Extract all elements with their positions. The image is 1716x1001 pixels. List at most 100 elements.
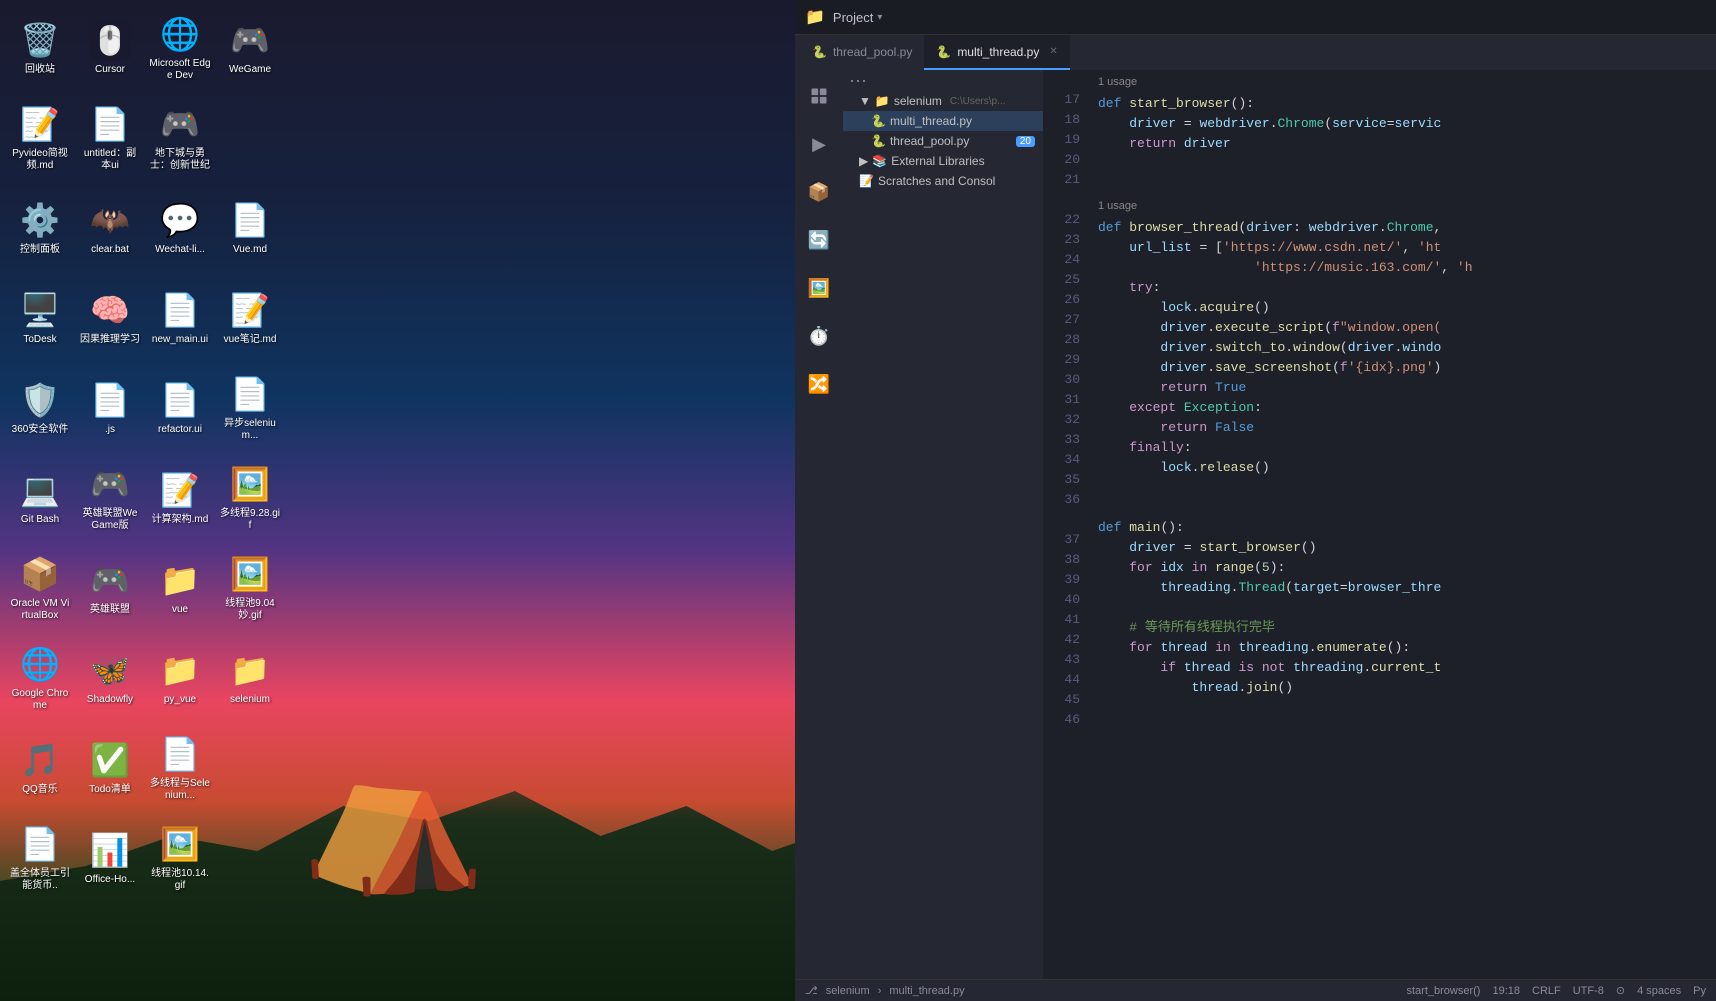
- status-separator: ›: [878, 985, 882, 997]
- usage-hint-2: 1 usage: [1098, 194, 1696, 218]
- desktop-icon-recycle-bin[interactable]: 🗑️ 回收站: [5, 5, 75, 90]
- tab-thread-pool[interactable]: 🐍 thread_pool.py: [800, 35, 924, 70]
- selenium-folder-icon: 📁: [229, 649, 271, 691]
- desktop-icon-quanzhan[interactable]: 📄 盖全体员工引能货币..: [5, 815, 75, 900]
- code-line-45: thread.join(): [1098, 678, 1696, 698]
- ln-38: 38: [1043, 550, 1080, 570]
- ln-23: 23: [1043, 230, 1080, 250]
- desktop-icon-todo[interactable]: ✅ Todo清单: [75, 725, 145, 810]
- dizhi-icon: 🎮: [159, 103, 201, 145]
- desktop-icon-mindmap[interactable]: 🧠 因果推理学习: [75, 275, 145, 360]
- tree-item-multithread[interactable]: 🐍 multi_thread.py: [843, 111, 1043, 131]
- refactor-icon: 📄: [159, 379, 201, 421]
- desktop-icon-js[interactable]: 📄 .js: [75, 365, 145, 450]
- activity-explorer[interactable]: [801, 78, 837, 114]
- desktop-icon-xianchengchi2[interactable]: 🖼️ 线程池10.14.gif: [145, 815, 215, 900]
- code-editor[interactable]: 17 18 19 20 21 22 23 24 25 26 27 28 29: [1043, 70, 1716, 979]
- virtualbox-icon: 📦: [19, 553, 61, 595]
- multi-thread-tab-label: multi_thread.py: [957, 45, 1039, 59]
- desktop-icon-xianchengchi-gif[interactable]: 🖼️ 线程池9.04妙.gif: [215, 545, 285, 630]
- dizhi-label: 地下城与勇士：创新世纪: [149, 148, 211, 172]
- code-lines: 1 usage def start_browser(): driver = we…: [1088, 70, 1716, 730]
- code-line-31: except Exception:: [1098, 398, 1696, 418]
- shadowfly-label: Shadowfly: [87, 694, 133, 706]
- newmain-icon: 📄: [159, 289, 201, 331]
- desktop-icon-selenium-async[interactable]: 📄 异步selenium...: [215, 365, 285, 450]
- thread-pool-tab-icon: 🐍: [812, 45, 827, 59]
- code-line-24: 'https://music.163.com/', 'h: [1098, 258, 1696, 278]
- desktop-icon-vuenotes[interactable]: 📝 vue笔记.md: [215, 275, 285, 360]
- activity-terminal[interactable]: 🖼️: [801, 270, 837, 306]
- desktop-icon-officehome[interactable]: 📊 Office-Ho...: [75, 815, 145, 900]
- ln-17: 17: [1043, 90, 1080, 110]
- desktop-icon-lol-wegame[interactable]: 🎮 英雄联盟WeGame版: [75, 455, 145, 540]
- desktop-icon-qqmusic[interactable]: 🎵 QQ音乐: [5, 725, 75, 810]
- desktop-icon-edge-dev[interactable]: 🌐 Microsoft Edge Dev: [145, 5, 215, 90]
- tree-item-external[interactable]: ▶ 📚 External Libraries: [843, 151, 1043, 171]
- file-tree: ··· ▼ 📁 selenium C:\Users\p... 🐍 multi_t…: [843, 70, 1043, 979]
- xianchengchi-gif-icon: 🖼️: [229, 553, 271, 595]
- desktop-icon-gitbash[interactable]: 💻 Git Bash: [5, 455, 75, 540]
- qqmusic-label: QQ音乐: [22, 784, 58, 796]
- folder-icon: 📁: [805, 7, 825, 27]
- desktop-icon-untitled[interactable]: 📄 untitled：副本ui: [75, 95, 145, 180]
- desktop-icon-clearbat[interactable]: 🦇 clear.bat: [75, 185, 145, 270]
- chrome-label: Google Chrome: [9, 688, 71, 712]
- status-left: ⎇ selenium › multi_thread.py: [805, 984, 965, 997]
- desktop-icon-newmain[interactable]: 📄 new_main.ui: [145, 275, 215, 360]
- tab-multi-thread[interactable]: 🐍 multi_thread.py ✕: [924, 35, 1069, 70]
- scratches-icon: 📝: [859, 174, 874, 188]
- desktop-icon-wechat[interactable]: 💬 Wechat-li...: [145, 185, 215, 270]
- desktop-icon-360[interactable]: 🛡️ 360安全软件: [5, 365, 75, 450]
- activity-run[interactable]: ▶: [801, 126, 837, 162]
- desktop-icon-dizhi[interactable]: 🎮 地下城与勇士：创新世纪: [145, 95, 215, 180]
- todesk-label: ToDesk: [23, 334, 56, 346]
- external-label: External Libraries: [891, 154, 984, 168]
- desktop-icon-wegame[interactable]: 🎮 WeGame: [215, 5, 285, 90]
- activity-git[interactable]: 🔄: [801, 222, 837, 258]
- desktop-icon-chrome[interactable]: 🌐 Google Chrome: [5, 635, 75, 720]
- desktop-icon-shadowfly[interactable]: 🦋 Shadowfly: [75, 635, 145, 720]
- code-line-19: return driver: [1098, 134, 1696, 154]
- activity-packages[interactable]: 📦: [801, 174, 837, 210]
- ln-25: 25: [1043, 270, 1080, 290]
- tree-root[interactable]: ▼ 📁 selenium C:\Users\p...: [843, 91, 1043, 111]
- shadowfly-icon: 🦋: [89, 649, 131, 691]
- ln-18: 18: [1043, 110, 1080, 130]
- multi-thread-tab-close[interactable]: ✕: [1049, 46, 1057, 57]
- desktop-icon-refactor[interactable]: 📄 refactor.ui: [145, 365, 215, 450]
- desktop-icon-lol[interactable]: 🎮 英雄联盟: [75, 545, 145, 630]
- activity-settings[interactable]: 🔀: [801, 366, 837, 402]
- ln-28: 28: [1043, 330, 1080, 350]
- virtualbox-label: Oracle VM VirtualBox: [9, 598, 71, 622]
- desktop-icon-todesk[interactable]: 🖥️ ToDesk: [5, 275, 75, 360]
- vuemd-label: Vue.md: [233, 244, 267, 256]
- chrome-icon: 🌐: [19, 643, 61, 685]
- file-tree-menu[interactable]: ···: [843, 70, 1043, 91]
- tree-item-threadpool[interactable]: 🐍 thread_pool.py 20: [843, 131, 1043, 151]
- desktop-icon-virtualbox[interactable]: 📦 Oracle VM VirtualBox: [5, 545, 75, 630]
- code-line-41: [1098, 598, 1696, 618]
- activity-clock[interactable]: ⏱️: [801, 318, 837, 354]
- desktop: 🗑️ 回收站 🖱️ Cursor 🌐 Microsoft Edge Dev 🎮 …: [0, 0, 1716, 1001]
- ln-43: 43: [1043, 650, 1080, 670]
- desktop-icon-vuemd[interactable]: 📄 Vue.md: [215, 185, 285, 270]
- ln-extra2: [1043, 190, 1080, 210]
- code-line-26: lock.acquire(): [1098, 298, 1696, 318]
- desktop-icon-pyvideo[interactable]: 📝 Pyvideo简视频.md: [5, 95, 75, 180]
- desktop-icon-multithread[interactable]: 📄 多线程与Selenium...: [145, 725, 215, 810]
- tree-root-path: C:\Users\p...: [950, 96, 1006, 107]
- ln-21: 21: [1043, 170, 1080, 190]
- mindmap-icon: 🧠: [89, 289, 131, 331]
- desktop-icon-vue-folder[interactable]: 📁 vue: [145, 545, 215, 630]
- desktop-icon-jisuan[interactable]: 📝 计算架构.md: [145, 455, 215, 540]
- desktop-icon-cursor[interactable]: 🖱️ Cursor: [75, 5, 145, 90]
- desktop-icon-selenium-folder[interactable]: 📁 selenium: [215, 635, 285, 720]
- edge-dev-label: Microsoft Edge Dev: [149, 58, 211, 82]
- code-line-39: for idx in range(5):: [1098, 558, 1696, 578]
- desktop-icon-controlpanel[interactable]: ⚙️ 控制面板: [5, 185, 75, 270]
- tree-item-scratches[interactable]: 📝 Scratches and Consol: [843, 171, 1043, 191]
- desktop-icon-py-vue[interactable]: 📁 py_vue: [145, 635, 215, 720]
- code-line-23: url_list = ['https://www.csdn.net/', 'ht: [1098, 238, 1696, 258]
- desktop-icon-duoxiancheng-gif[interactable]: 🖼️ 多线程9.28.gif: [215, 455, 285, 540]
